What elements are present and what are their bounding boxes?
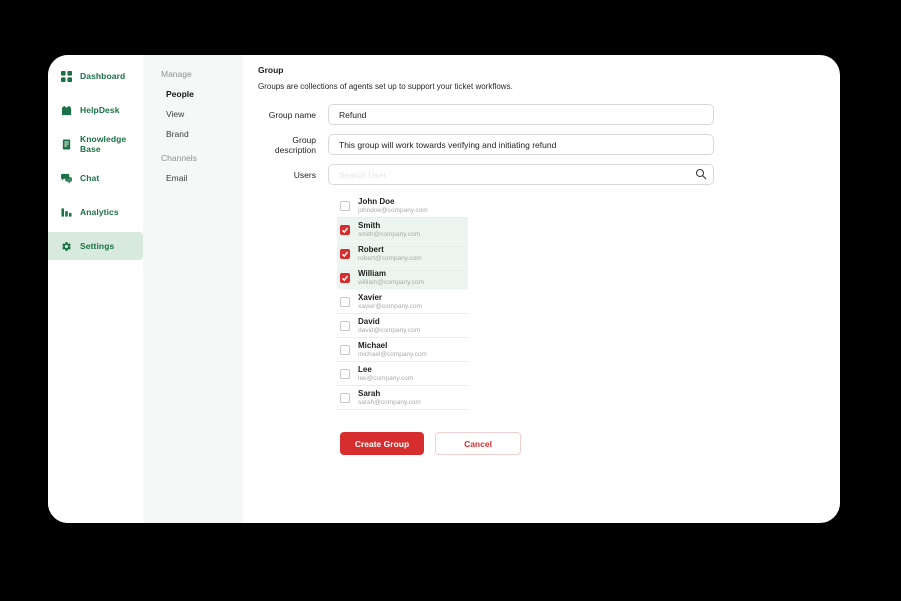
user-row-david[interactable]: Daviddavid@company.com — [337, 314, 468, 338]
sidebar-item-label: Analytics — [80, 207, 119, 217]
subnav-item-people[interactable]: People — [161, 89, 243, 99]
sidebar-item-label: Knowledge Base — [80, 134, 143, 154]
user-checkbox[interactable] — [340, 249, 350, 259]
sidebar-item-label: Settings — [80, 241, 114, 251]
group-name-label: Group name — [258, 110, 328, 120]
user-email: johndoe@company.com — [358, 207, 428, 215]
user-row-michael[interactable]: Michaelmichael@company.com — [337, 338, 468, 362]
sidebar-item-label: HelpDesk — [80, 105, 120, 115]
sidebar-item-settings[interactable]: Settings — [48, 232, 143, 260]
settings-icon — [61, 241, 72, 252]
group-description-label: Group description — [258, 135, 328, 155]
user-name: David — [358, 317, 420, 326]
user-row-william[interactable]: Williamwilliam@company.com — [337, 266, 468, 290]
group-name-input[interactable] — [328, 104, 714, 125]
group-description-input[interactable] — [328, 134, 714, 155]
sidebar-item-analytics[interactable]: Analytics — [48, 195, 143, 229]
user-name: Xavier — [358, 293, 422, 302]
sidebar-item-dashboard[interactable]: Dashboard — [48, 59, 143, 93]
page-subtitle: Groups are collections of agents set up … — [258, 82, 840, 91]
user-checkbox[interactable] — [340, 321, 350, 331]
user-checkbox[interactable] — [340, 273, 350, 283]
form-actions: Create Group Cancel — [340, 432, 840, 455]
user-name: Robert — [358, 245, 422, 254]
user-checkbox[interactable] — [340, 225, 350, 235]
subnav-item-view[interactable]: View — [161, 109, 243, 119]
sidebar: Dashboard HelpDesk Knowledge Base Chat A — [48, 55, 143, 523]
page-title: Group — [258, 65, 840, 75]
user-checkbox[interactable] — [340, 393, 350, 403]
user-name: Lee — [358, 365, 413, 374]
sidebar-item-chat[interactable]: Chat — [48, 161, 143, 195]
group-name-row: Group name — [258, 104, 840, 125]
subnav-item-brand[interactable]: Brand — [161, 129, 243, 139]
user-name: John Doe — [358, 197, 428, 206]
user-email: david@company.com — [358, 327, 420, 335]
user-name: Michael — [358, 341, 427, 350]
group-settings-panel: Group Groups are collections of agents s… — [243, 55, 840, 523]
subnav-heading-channels: Channels — [161, 153, 243, 163]
user-row-smith[interactable]: Smithsmith@company.com — [337, 218, 468, 242]
knowledge-base-icon — [61, 139, 72, 150]
user-name: Sarah — [358, 389, 421, 398]
sidebar-item-knowledge-base[interactable]: Knowledge Base — [48, 127, 143, 161]
cancel-button[interactable]: Cancel — [435, 432, 521, 455]
sidebar-item-helpdesk[interactable]: HelpDesk — [48, 93, 143, 127]
analytics-icon — [61, 207, 72, 218]
user-checkbox[interactable] — [340, 297, 350, 307]
dashboard-icon — [61, 71, 72, 82]
sidebar-item-label: Chat — [80, 173, 99, 183]
user-checkbox[interactable] — [340, 201, 350, 211]
subnav-section-manage: Manage People View Brand — [161, 69, 243, 139]
users-label: Users — [258, 170, 328, 180]
subnav-item-email[interactable]: Email — [161, 173, 243, 183]
group-description-row: Group description — [258, 134, 840, 155]
user-checkbox[interactable] — [340, 369, 350, 379]
settings-card: Dashboard HelpDesk Knowledge Base Chat A — [48, 55, 840, 523]
user-email: lee@company.com — [358, 375, 413, 383]
subnav: Manage People View Brand Channels Email — [143, 55, 243, 523]
subnav-section-channels: Channels Email — [161, 153, 243, 183]
user-name: Smith — [358, 221, 420, 230]
create-group-button[interactable]: Create Group — [340, 432, 424, 455]
user-row-robert[interactable]: Robertrobert@company.com — [337, 242, 468, 266]
user-row-john-doe[interactable]: John Doejohndoe@company.com — [337, 194, 468, 218]
user-email: xavier@company.com — [358, 303, 422, 311]
user-name: William — [358, 269, 424, 278]
user-email: robert@company.com — [358, 255, 422, 263]
subnav-heading-manage: Manage — [161, 69, 243, 79]
group-form: Group name Group description Users — [258, 104, 840, 185]
helpdesk-icon — [61, 105, 72, 116]
user-row-xavier[interactable]: Xavierxavier@company.com — [337, 290, 468, 314]
user-checkbox[interactable] — [340, 345, 350, 355]
user-email: william@company.com — [358, 279, 424, 287]
users-row: Users — [258, 164, 840, 185]
user-email: smith@company.com — [358, 231, 420, 239]
user-email: sarah@company.com — [358, 399, 421, 407]
user-row-sarah[interactable]: Sarahsarah@company.com — [337, 386, 468, 410]
user-email: michael@company.com — [358, 351, 427, 359]
sidebar-item-label: Dashboard — [80, 71, 125, 81]
user-search-input[interactable] — [328, 164, 714, 185]
user-row-lee[interactable]: Leelee@company.com — [337, 362, 468, 386]
user-list: John Doejohndoe@company.com Smithsmith@c… — [337, 194, 468, 410]
chat-icon — [61, 173, 72, 184]
